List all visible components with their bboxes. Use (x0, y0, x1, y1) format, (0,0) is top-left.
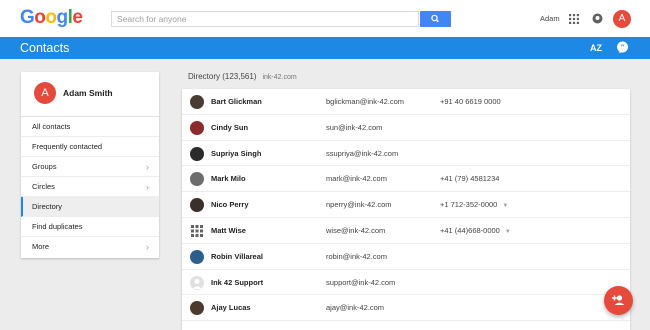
directory-title: Directory (123,561) (188, 72, 257, 81)
contact-name: Matt Wise (211, 225, 246, 235)
google-logo[interactable]: Google (20, 7, 83, 29)
contact-photo (190, 172, 204, 187)
contact-name: Mark Milo (211, 174, 246, 184)
contact-row[interactable]: Ajay Lucas ajay@ink-42.com (182, 295, 630, 322)
contact-row[interactable]: Nico Perry nperry@ink-42.com +1 712-352-… (182, 192, 630, 218)
contact-name: Supriya Singh (211, 148, 262, 158)
contact-row[interactable]: Bart Glickman bglickman@ink-42.com +91 4… (182, 89, 630, 115)
sidebar-item-more[interactable]: More › (21, 237, 159, 257)
apps-grid-icon[interactable] (569, 14, 579, 24)
contact-phone (440, 303, 445, 312)
contact-phone (440, 278, 445, 287)
contact-row[interactable]: Robin Villareal robin@ink-42.com (182, 244, 630, 270)
chevron-right-icon: › (146, 182, 149, 192)
svg-text:": " (621, 45, 624, 52)
directory-header: Directory (123,561) ink-42.com (188, 72, 297, 81)
app-bar: Contacts AZ " (0, 37, 650, 59)
feedback-icon[interactable]: " (616, 41, 629, 54)
contact-photo (190, 249, 204, 264)
profile-name: Adam Smith (63, 88, 113, 98)
add-person-icon (612, 295, 625, 305)
user-name[interactable]: Adam (540, 14, 560, 23)
contact-phone: +41 (44)668-0000 ▼ (440, 225, 511, 235)
google-bar: Google Search for anyone Adam A (0, 0, 650, 37)
search-input[interactable]: Search for anyone (111, 11, 419, 27)
contact-email[interactable]: sun@ink-42.com (326, 123, 382, 132)
contact-photo (190, 301, 204, 316)
sidebar-item-all-contacts[interactable]: All contacts (21, 117, 159, 137)
contact-photo (190, 223, 204, 238)
contact-row[interactable]: Mark Milo mark@ink-42.com +41 (79) 45812… (182, 166, 630, 193)
contact-list: Bart Glickman bglickman@ink-42.com +91 4… (182, 89, 630, 330)
avatar: A (34, 82, 56, 104)
contact-name: Ink 42 Support (211, 277, 264, 287)
grid-avatar-icon (191, 224, 203, 237)
contact-name: Nico Perry (211, 200, 249, 210)
contact-photo (190, 146, 204, 161)
contact-email[interactable]: bglickman@ink-42.com (326, 97, 404, 106)
contact-phone (440, 149, 445, 158)
person-placeholder-icon (192, 278, 202, 289)
sidebar-item-find-duplicates[interactable]: Find duplicates (21, 217, 159, 237)
sidebar-item-directory[interactable]: Directory (21, 197, 159, 217)
sidebar: A Adam Smith All contacts Frequently con… (21, 72, 159, 258)
search-button[interactable] (420, 11, 451, 27)
contact-photo (190, 198, 204, 213)
contact-email[interactable]: mark@ink-42.com (326, 174, 387, 183)
contact-email[interactable]: nperry@ink-42.com (326, 200, 392, 209)
contact-email[interactable]: robin@ink-42.com (326, 252, 387, 261)
contact-phone: +1 712-352-0000 ▼ (440, 200, 509, 210)
contact-phone (440, 252, 445, 261)
sidebar-item-circles[interactable]: Circles › (21, 177, 159, 197)
sidebar-item-frequently-contacted[interactable]: Frequently contacted (21, 137, 159, 157)
dropdown-arrow-icon[interactable]: ▼ (505, 229, 511, 235)
contact-phone: +91 40 6619 0000 (440, 97, 501, 106)
sidebar-item-groups[interactable]: Groups › (21, 157, 159, 177)
search-icon (431, 14, 439, 23)
contact-photo (190, 95, 204, 109)
contact-row[interactable]: Supriya Singh ssupriya@ink-42.com (182, 141, 630, 167)
contact-row[interactable]: Ink 42 Support support@ink-42.com (182, 270, 630, 296)
profile-header[interactable]: A Adam Smith (21, 72, 159, 117)
contact-name: Cindy Sun (211, 122, 249, 132)
contact-name: Ajay Lucas (211, 303, 251, 313)
contact-photo (190, 120, 204, 135)
contact-row[interactable]: Matt Wise wise@ink-42.com +41 (44)668-00… (182, 218, 630, 244)
contact-phone (440, 123, 445, 132)
contact-phone: +41 (79) 4581234 (440, 174, 500, 184)
contact-email[interactable]: support@ink-42.com (326, 278, 395, 287)
add-contact-button[interactable] (604, 286, 633, 315)
contact-name: Robin Villareal (211, 251, 263, 261)
contact-email[interactable]: wise@ink-42.com (326, 226, 385, 235)
sort-az-icon[interactable]: AZ (590, 41, 602, 55)
app-title: Contacts (20, 41, 70, 55)
contact-name: Bart Glickman (211, 97, 262, 106)
contact-email[interactable]: ssupriya@ink-42.com (326, 149, 398, 158)
contact-email[interactable]: ajay@ink-42.com (326, 303, 384, 312)
contact-photo (190, 275, 204, 290)
chevron-right-icon: › (146, 242, 149, 252)
dropdown-arrow-icon[interactable]: ▼ (502, 203, 508, 209)
directory-domain: ink-42.com (262, 74, 297, 81)
notifications-icon[interactable] (592, 13, 603, 24)
account-avatar[interactable]: A (613, 10, 631, 28)
contact-row[interactable]: Cindy Sun sun@ink-42.com (182, 115, 630, 141)
chevron-right-icon: › (146, 162, 149, 172)
